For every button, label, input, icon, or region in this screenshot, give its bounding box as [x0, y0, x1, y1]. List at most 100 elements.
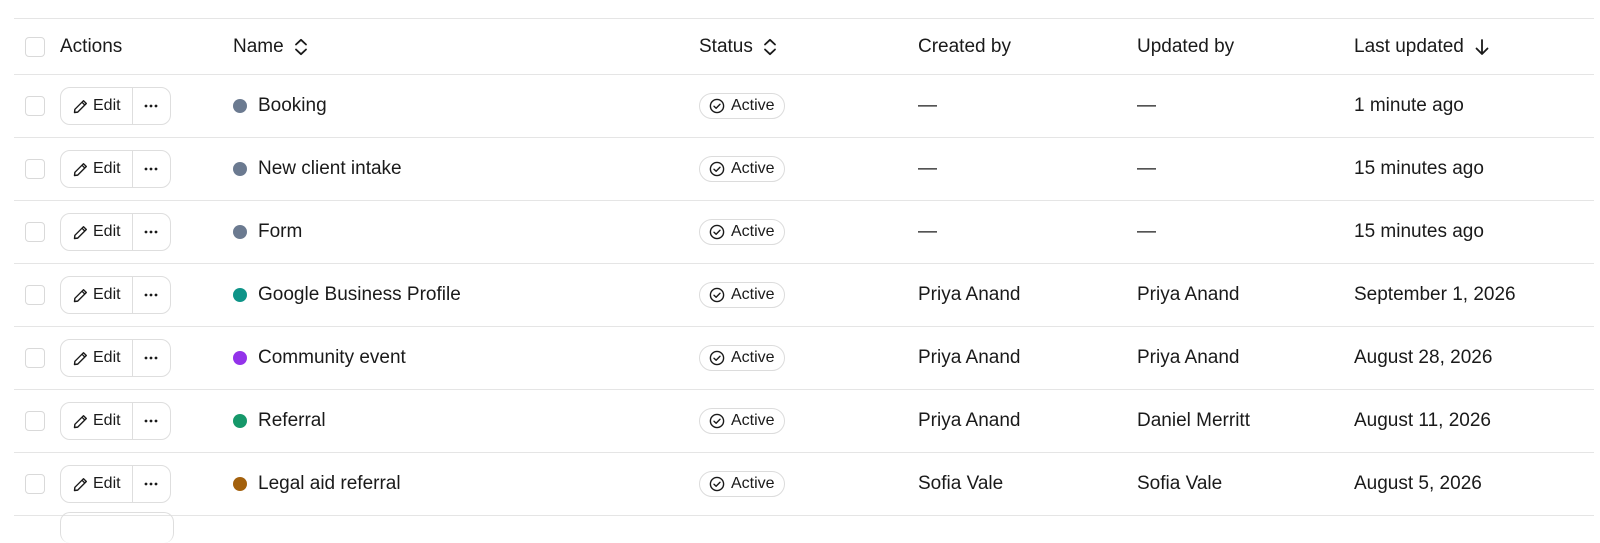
- row-last-updated: September 1, 2026: [1354, 284, 1516, 305]
- edit-button[interactable]: Edit: [61, 340, 133, 376]
- partial-row-actions: [60, 512, 174, 543]
- ellipsis-icon: [144, 104, 158, 108]
- header-status[interactable]: Status: [699, 19, 777, 74]
- more-options-button[interactable]: [133, 151, 170, 187]
- header-name-label: Name: [233, 35, 284, 57]
- row-actions: Edit: [60, 75, 171, 137]
- row-select-cell: [25, 264, 45, 326]
- pencil-icon: [73, 351, 88, 366]
- check-circle-icon: [709, 224, 725, 240]
- row-name: Form: [233, 201, 302, 263]
- row-checkbox[interactable]: [25, 159, 45, 179]
- row-checkbox[interactable]: [25, 348, 45, 368]
- sort-updown-icon[interactable]: [763, 38, 777, 56]
- row-created-by: Sofia Vale: [918, 473, 1004, 494]
- edit-button[interactable]: Edit: [61, 466, 133, 502]
- row-name-text[interactable]: Form: [258, 221, 302, 243]
- color-dot-icon: [233, 477, 247, 491]
- row-last-updated: 1 minute ago: [1354, 95, 1464, 116]
- row-select-cell: [25, 453, 45, 515]
- table-row[interactable]: Edit New client intake Active — — 15 min…: [14, 138, 1594, 201]
- status-badge: Active: [699, 156, 785, 182]
- table-row[interactable]: Edit Referral Active Priya Anand Daniel …: [14, 390, 1594, 453]
- pencil-icon: [73, 162, 88, 177]
- color-dot-icon: [233, 225, 247, 239]
- row-updated-by: Sofia Vale: [1137, 473, 1223, 494]
- row-status: Active: [699, 327, 785, 389]
- row-select-cell: [25, 327, 45, 389]
- edit-button[interactable]: Edit: [61, 151, 133, 187]
- table-row[interactable]: Edit Form Active — — 15 minutes ago: [14, 201, 1594, 264]
- row-name-text[interactable]: Community event: [258, 347, 406, 369]
- row-checkbox[interactable]: [25, 411, 45, 431]
- row-name: Community event: [233, 327, 406, 389]
- row-name-text[interactable]: Google Business Profile: [258, 284, 461, 306]
- table-row[interactable]: Edit Google Business Profile Active Priy…: [14, 264, 1594, 327]
- select-all-checkbox[interactable]: [25, 36, 45, 57]
- row-action-group: Edit: [60, 402, 171, 440]
- row-name: New client intake: [233, 138, 402, 200]
- row-created-by: Priya Anand: [918, 284, 1021, 305]
- row-action-group: Edit: [60, 87, 171, 125]
- forms-table: Actions Name Status Created by Updated b…: [14, 18, 1594, 516]
- status-badge: Active: [699, 93, 785, 119]
- row-checkbox[interactable]: [25, 285, 45, 305]
- table-header-row: Actions Name Status Created by Updated b…: [14, 19, 1594, 75]
- row-select-cell: [25, 75, 45, 137]
- arrow-down-icon[interactable]: [1474, 38, 1490, 56]
- ellipsis-icon: [144, 482, 158, 486]
- header-last-updated-label: Last updated: [1354, 35, 1464, 57]
- more-options-button[interactable]: [133, 277, 170, 313]
- table-row[interactable]: Edit Booking Active — — 1 minute ago: [14, 75, 1594, 138]
- row-action-group: Edit: [60, 213, 171, 251]
- row-name-text[interactable]: New client intake: [258, 158, 402, 180]
- edit-label: Edit: [93, 223, 121, 240]
- row-created-by: —: [918, 221, 937, 242]
- status-label: Active: [731, 349, 775, 366]
- row-select-cell: [25, 138, 45, 200]
- table-row[interactable]: Edit Legal aid referral Active Sofia Val…: [14, 453, 1594, 516]
- more-options-button[interactable]: [133, 214, 170, 250]
- check-circle-icon: [709, 287, 725, 303]
- header-name[interactable]: Name: [233, 19, 308, 74]
- color-dot-icon: [233, 162, 247, 176]
- more-options-button[interactable]: [133, 403, 170, 439]
- ellipsis-icon: [144, 167, 158, 171]
- ellipsis-icon: [144, 419, 158, 423]
- more-options-button[interactable]: [133, 88, 170, 124]
- edit-button[interactable]: Edit: [61, 214, 133, 250]
- row-checkbox[interactable]: [25, 222, 45, 242]
- check-circle-icon: [709, 350, 725, 366]
- table-row[interactable]: Edit Community event Active Priya Anand …: [14, 327, 1594, 390]
- row-actions: Edit: [60, 453, 171, 515]
- row-action-group: Edit: [60, 150, 171, 188]
- row-updated-by: —: [1137, 221, 1156, 242]
- row-created-by: Priya Anand: [918, 347, 1021, 368]
- edit-button[interactable]: Edit: [61, 403, 133, 439]
- edit-button[interactable]: Edit: [61, 277, 133, 313]
- edit-button[interactable]: Edit: [61, 88, 133, 124]
- row-select-cell: [25, 201, 45, 263]
- more-options-button[interactable]: [133, 466, 170, 502]
- row-checkbox[interactable]: [25, 96, 45, 116]
- row-name: Booking: [233, 75, 327, 137]
- pencil-icon: [73, 99, 88, 114]
- check-circle-icon: [709, 98, 725, 114]
- status-badge: Active: [699, 471, 785, 497]
- row-actions: Edit: [60, 138, 171, 200]
- row-name-text[interactable]: Legal aid referral: [258, 473, 401, 495]
- sort-updown-icon[interactable]: [294, 38, 308, 56]
- edit-label: Edit: [93, 286, 121, 303]
- more-options-button[interactable]: [133, 340, 170, 376]
- row-last-updated: 15 minutes ago: [1354, 221, 1484, 242]
- row-status: Active: [699, 264, 785, 326]
- ellipsis-icon: [144, 356, 158, 360]
- color-dot-icon: [233, 414, 247, 428]
- status-badge: Active: [699, 282, 785, 308]
- header-last-updated[interactable]: Last updated: [1354, 19, 1490, 74]
- pencil-icon: [73, 225, 88, 240]
- row-name-text[interactable]: Booking: [258, 95, 327, 117]
- row-name-text[interactable]: Referral: [258, 410, 326, 432]
- row-checkbox[interactable]: [25, 474, 45, 494]
- pencil-icon: [73, 288, 88, 303]
